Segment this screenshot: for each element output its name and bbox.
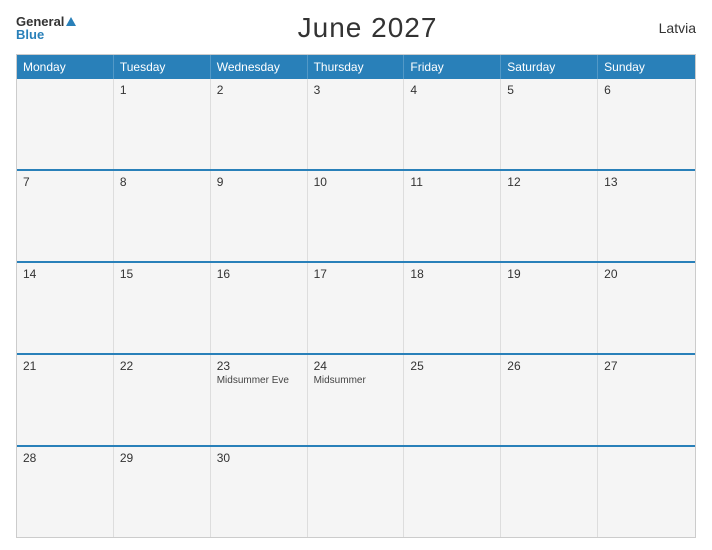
col-tuesday: Tuesday bbox=[114, 55, 211, 79]
table-row: 17 bbox=[308, 263, 405, 353]
week-4: 21 22 23 Midsummer Eve 24 Midsummer 25 2… bbox=[17, 355, 695, 447]
table-row bbox=[404, 447, 501, 537]
table-row: 21 bbox=[17, 355, 114, 445]
table-row: 28 bbox=[17, 447, 114, 537]
table-row: 25 bbox=[404, 355, 501, 445]
table-row: 8 bbox=[114, 171, 211, 261]
table-row: 18 bbox=[404, 263, 501, 353]
table-row: 10 bbox=[308, 171, 405, 261]
page: General Blue June 2027 Latvia Monday Tue… bbox=[0, 0, 712, 550]
table-row: 4 bbox=[404, 79, 501, 169]
calendar-header: Monday Tuesday Wednesday Thursday Friday… bbox=[17, 55, 695, 79]
header: General Blue June 2027 Latvia bbox=[16, 12, 696, 44]
col-monday: Monday bbox=[17, 55, 114, 79]
table-row: 7 bbox=[17, 171, 114, 261]
table-row: 14 bbox=[17, 263, 114, 353]
table-row: 16 bbox=[211, 263, 308, 353]
table-row bbox=[598, 447, 695, 537]
table-row: 11 bbox=[404, 171, 501, 261]
table-row: 5 bbox=[501, 79, 598, 169]
table-row: 13 bbox=[598, 171, 695, 261]
table-row: 20 bbox=[598, 263, 695, 353]
calendar-body: 1 2 3 4 5 6 7 8 9 10 11 12 13 14 15 bbox=[17, 79, 695, 537]
country-label: Latvia bbox=[659, 20, 696, 36]
table-row: 2 bbox=[211, 79, 308, 169]
table-row: 26 bbox=[501, 355, 598, 445]
week-5: 28 29 30 bbox=[17, 447, 695, 537]
table-row: 1 bbox=[114, 79, 211, 169]
col-wednesday: Wednesday bbox=[211, 55, 308, 79]
table-row: 23 Midsummer Eve bbox=[211, 355, 308, 445]
table-row: 12 bbox=[501, 171, 598, 261]
table-row: 24 Midsummer bbox=[308, 355, 405, 445]
logo-blue: Blue bbox=[16, 28, 76, 41]
table-row bbox=[308, 447, 405, 537]
table-row: 29 bbox=[114, 447, 211, 537]
table-row: 3 bbox=[308, 79, 405, 169]
table-row: 27 bbox=[598, 355, 695, 445]
week-1: 1 2 3 4 5 6 bbox=[17, 79, 695, 171]
table-row: 6 bbox=[598, 79, 695, 169]
table-row: 30 bbox=[211, 447, 308, 537]
col-sunday: Sunday bbox=[598, 55, 695, 79]
col-saturday: Saturday bbox=[501, 55, 598, 79]
col-thursday: Thursday bbox=[308, 55, 405, 79]
table-row: 15 bbox=[114, 263, 211, 353]
calendar: Monday Tuesday Wednesday Thursday Friday… bbox=[16, 54, 696, 538]
logo: General Blue bbox=[16, 15, 76, 41]
table-row: 9 bbox=[211, 171, 308, 261]
table-row bbox=[501, 447, 598, 537]
col-friday: Friday bbox=[404, 55, 501, 79]
week-2: 7 8 9 10 11 12 13 bbox=[17, 171, 695, 263]
table-row: 19 bbox=[501, 263, 598, 353]
week-3: 14 15 16 17 18 19 20 bbox=[17, 263, 695, 355]
calendar-title: June 2027 bbox=[298, 12, 438, 44]
table-row: 22 bbox=[114, 355, 211, 445]
table-row bbox=[17, 79, 114, 169]
